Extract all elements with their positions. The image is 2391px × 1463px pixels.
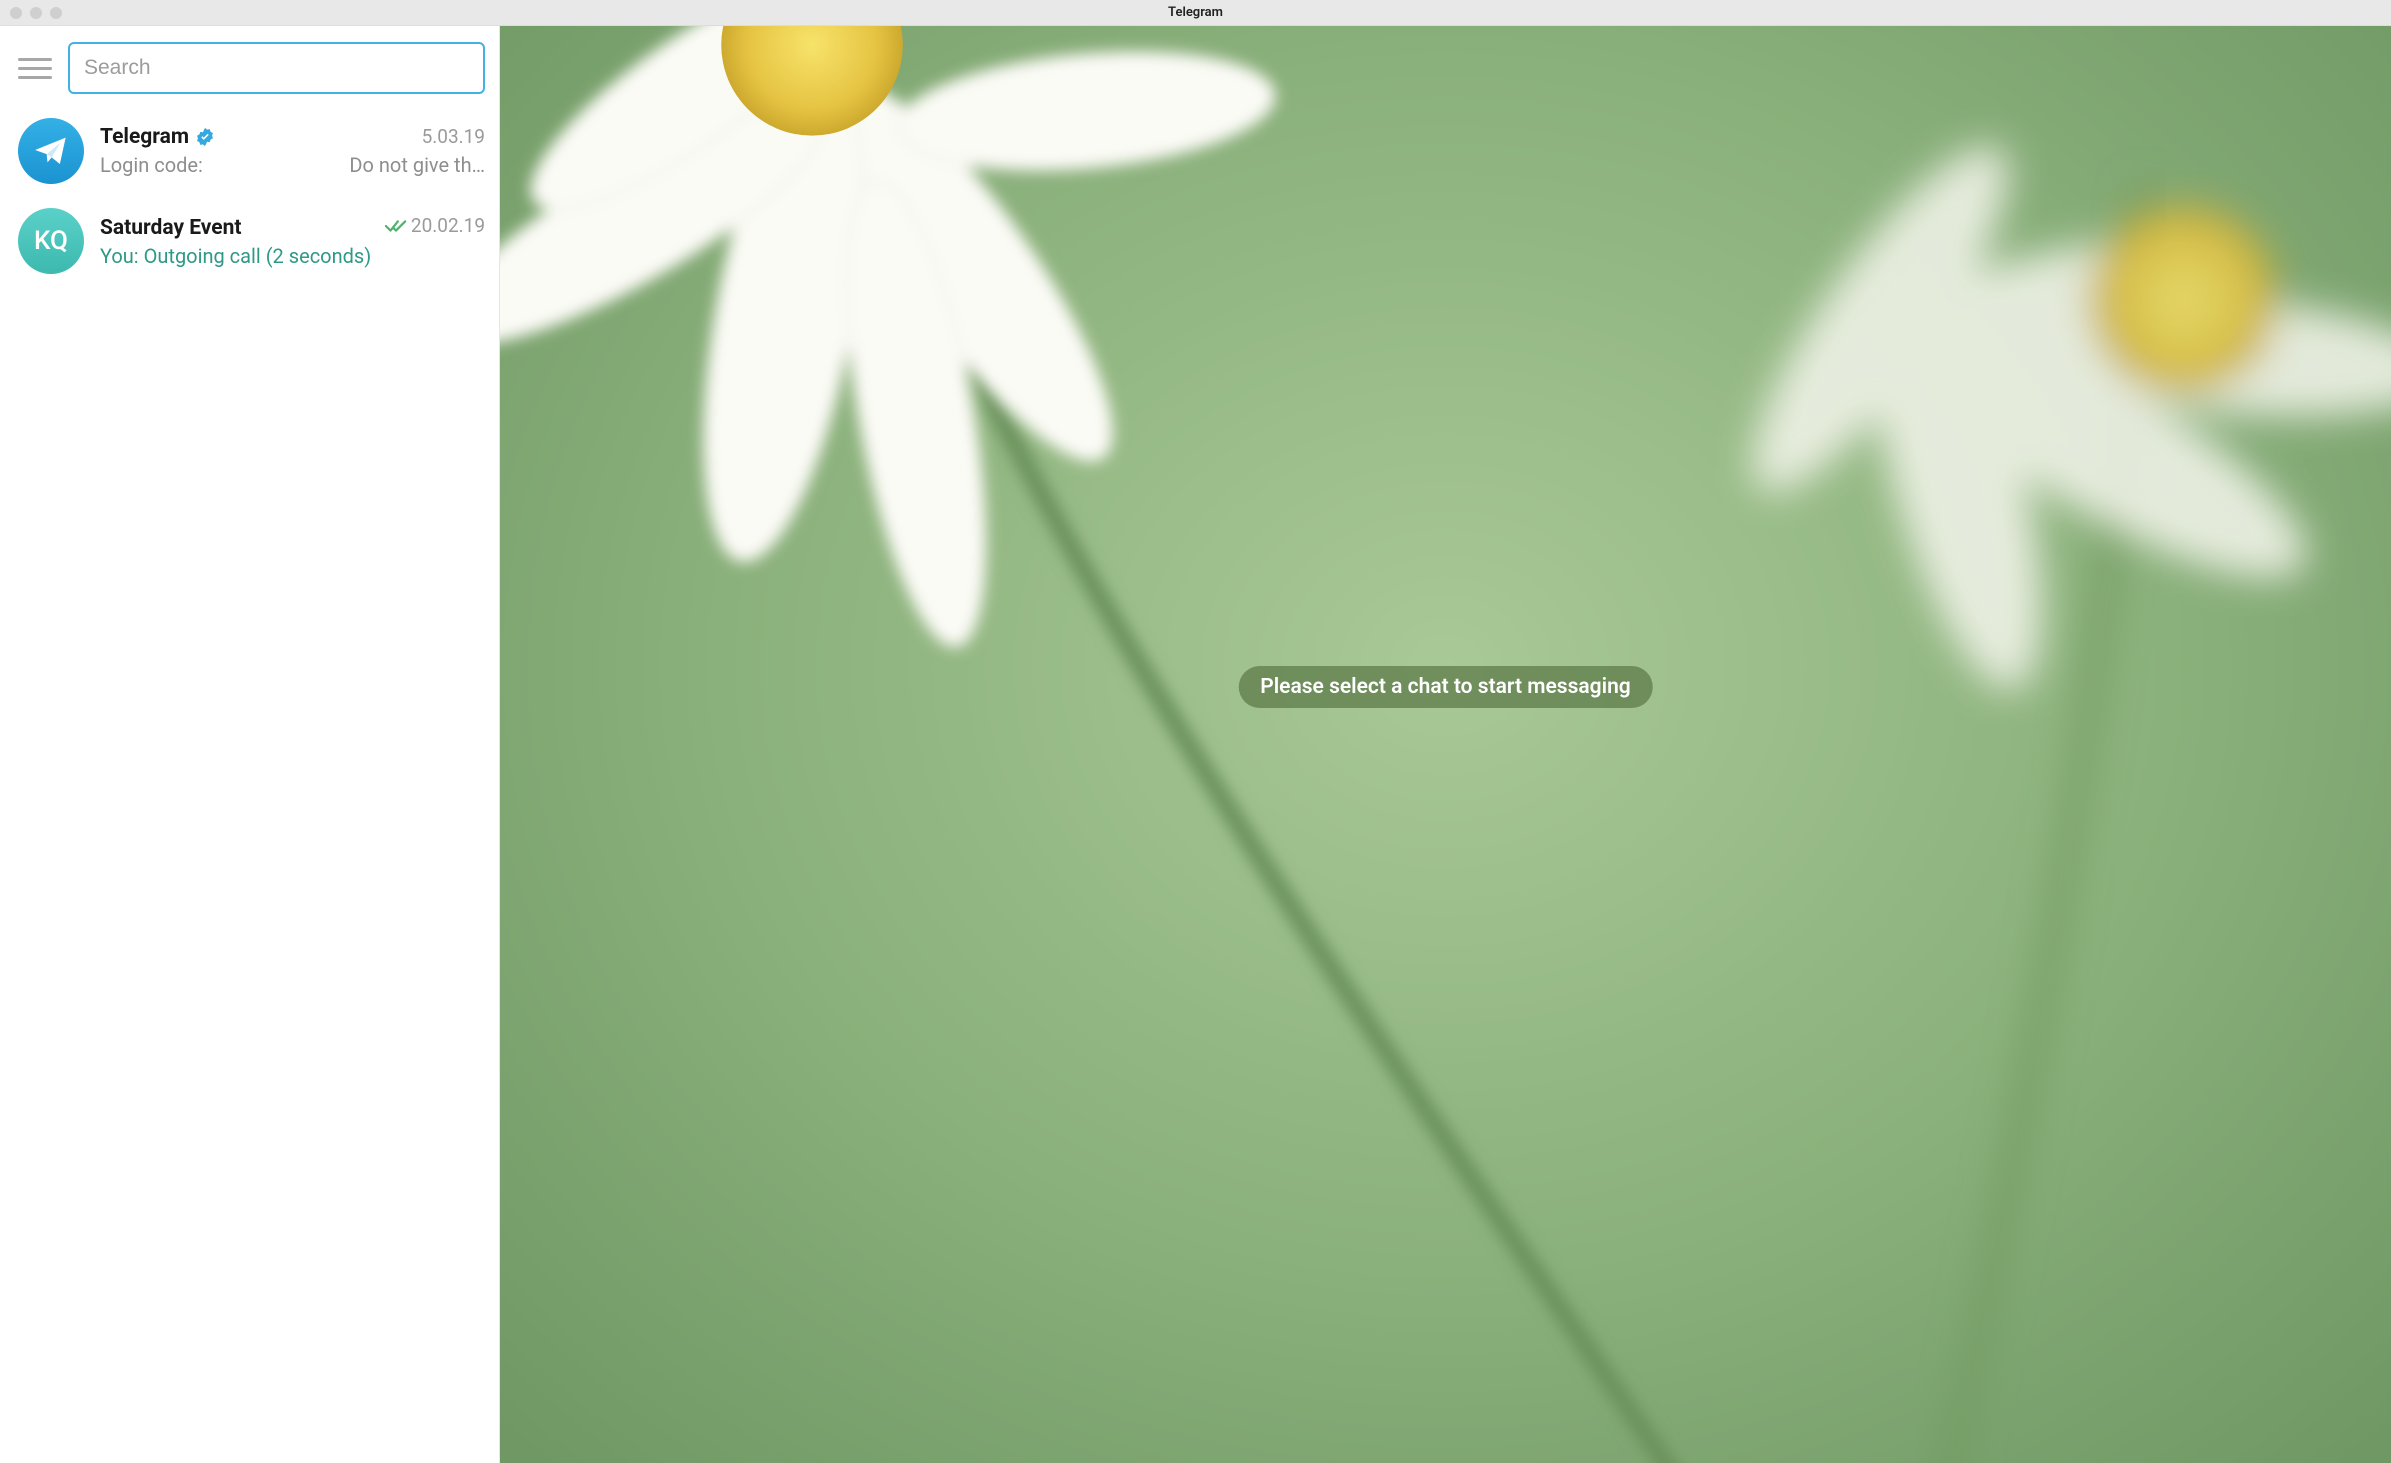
chat-date: 20.02.19	[385, 214, 485, 237]
search-wrap	[68, 42, 485, 94]
window-minimize-button[interactable]	[30, 7, 42, 19]
chat-preview-left: Login code:	[100, 153, 203, 177]
window-close-button[interactable]	[10, 7, 22, 19]
chat-item-saturday-event[interactable]: KQ Saturday Event 20.02.19	[0, 196, 499, 286]
chat-name-label: Saturday Event	[100, 216, 242, 240]
chat-date: 5.03.19	[422, 125, 485, 148]
avatar	[18, 118, 84, 184]
search-input[interactable]	[68, 42, 485, 94]
chat-item-body: Telegram 5.03.19 Login code: Do not g	[100, 125, 485, 177]
avatar-initials: KQ	[34, 226, 68, 256]
chat-date-label: 5.03.19	[422, 125, 485, 148]
chat-item-telegram[interactable]: Telegram 5.03.19 Login code: Do not g	[0, 106, 499, 196]
chat-preview: You: Outgoing call (2 seconds)	[100, 244, 371, 268]
window-controls[interactable]	[0, 7, 62, 19]
paper-plane-icon	[31, 131, 71, 171]
chat-background-illustration	[500, 26, 2391, 1463]
sidebar-header	[0, 26, 499, 106]
window-title: Telegram	[0, 5, 2391, 20]
chat-area: Please select a chat to start messaging	[500, 26, 2391, 1463]
chat-preview-right: Do not give th…	[349, 153, 485, 177]
chat-item-body: Saturday Event 20.02.19 You: Outgoing ca…	[100, 214, 485, 268]
chat-name: Telegram	[100, 125, 215, 149]
hamburger-icon	[18, 58, 52, 61]
menu-button[interactable]	[18, 58, 52, 79]
avatar: KQ	[18, 208, 84, 274]
window-titlebar: Telegram	[0, 0, 2391, 26]
app-root: Telegram 5.03.19 Login code: Do not g	[0, 26, 2391, 1463]
double-check-icon	[385, 218, 407, 234]
window-zoom-button[interactable]	[50, 7, 62, 19]
chat-date-label: 20.02.19	[411, 214, 485, 237]
chat-list[interactable]: Telegram 5.03.19 Login code: Do not g	[0, 106, 499, 1463]
empty-chat-prompt: Please select a chat to start messaging	[1238, 666, 1653, 708]
verified-icon	[195, 127, 215, 147]
empty-chat-prompt-label: Please select a chat to start messaging	[1260, 675, 1631, 699]
chat-name-label: Telegram	[100, 125, 189, 149]
chat-name: Saturday Event	[100, 216, 242, 240]
sidebar: Telegram 5.03.19 Login code: Do not g	[0, 26, 500, 1463]
